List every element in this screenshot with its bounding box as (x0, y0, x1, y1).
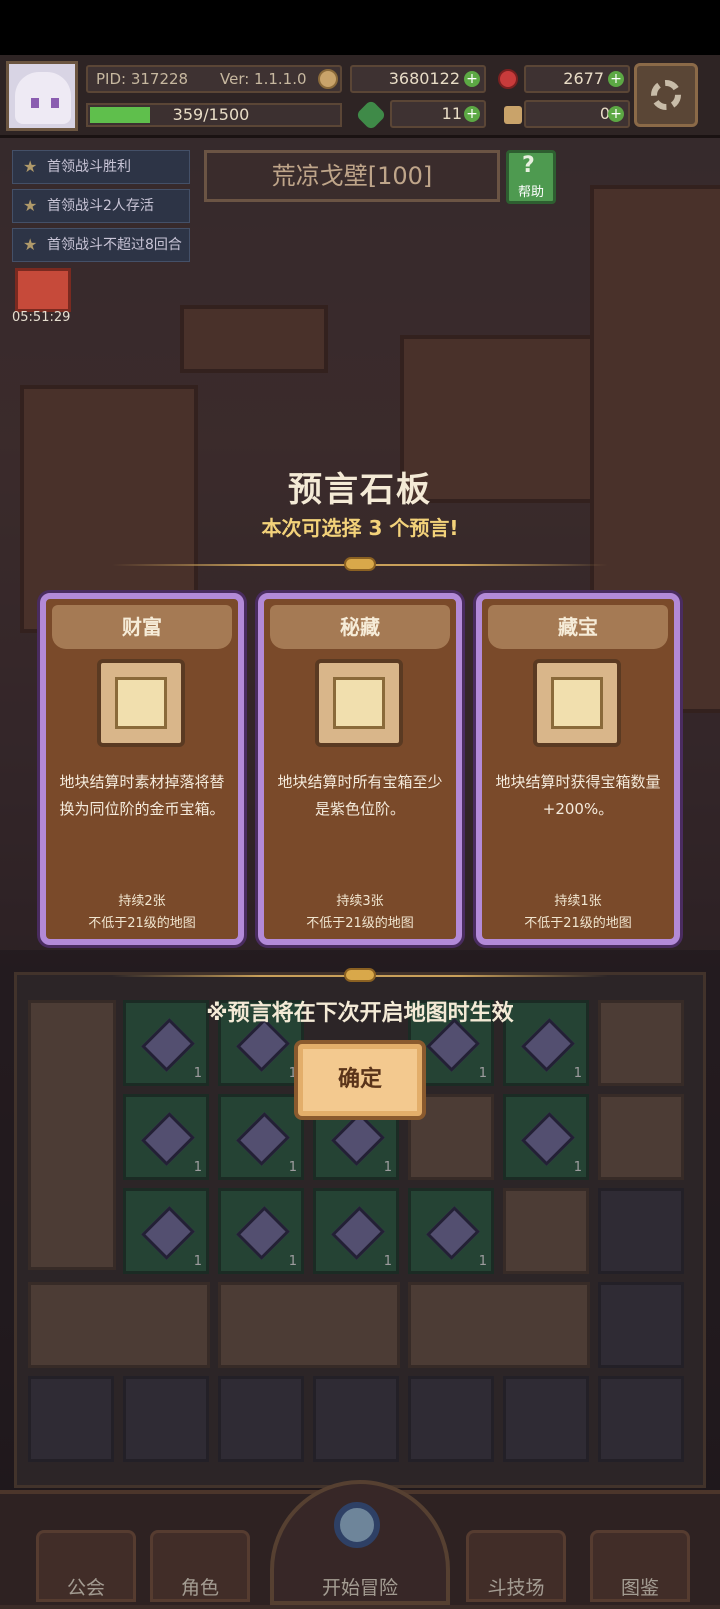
add-gold-icon[interactable]: + (464, 71, 480, 87)
quest-label: 首领战斗不超过8回合 (47, 237, 182, 253)
info-panel: PID: 317228 Ver: 1.1.1.0 (86, 65, 342, 93)
card-description: 地块结算时素材掉落将替换为同位阶的金币宝箱。 (59, 773, 225, 818)
game-version: Ver: 1.1.1.0 (220, 70, 307, 88)
add-gem-icon[interactable]: + (608, 71, 624, 87)
quest-label: 首领战斗2人存活 (47, 198, 154, 214)
card-description: 地块结算时获得宝箱数量+200%。 (495, 773, 661, 818)
modal-title: 预言石板 (288, 470, 432, 510)
add-key-icon[interactable]: + (608, 106, 624, 122)
prophecy-card-hidden-treasure[interactable]: 秘藏 地块结算时所有宝箱至少是紫色位阶。 持续3张 不低于21级的地图 (258, 593, 462, 945)
key-value: 0 (599, 104, 610, 123)
key-icon (504, 106, 522, 124)
quest-item[interactable]: ★ 首领战斗不超过8回合 (12, 228, 190, 262)
player-avatar[interactable] (6, 61, 78, 131)
red-gem-icon (498, 69, 518, 89)
card-requirement: 不低于21级的地图 (306, 916, 414, 931)
add-clover-icon[interactable]: + (464, 106, 480, 122)
clover-value: 11 (441, 104, 462, 123)
star-icon: ★ (23, 157, 38, 176)
star-icon: ★ (23, 196, 38, 215)
quest-item[interactable]: ★ 首领战斗胜利 (12, 150, 190, 184)
card-requirement: 不低于21级的地图 (524, 916, 632, 931)
divider-gem-icon (344, 968, 376, 982)
star-icon: ★ (23, 235, 38, 254)
card-duration: 持续3张 (336, 894, 384, 909)
confirm-button[interactable]: 确定 (294, 1040, 426, 1120)
xp-value: 359/1500 (172, 105, 250, 124)
gold-value: 3680122 (388, 69, 460, 88)
prophecy-card-wealth[interactable]: 财富 地块结算时素材掉落将替换为同位阶的金币宝箱。 持续2张 不低于21级的地图 (40, 593, 244, 945)
gift-chest-icon[interactable] (15, 268, 71, 312)
settings-button[interactable] (634, 63, 698, 127)
chest-icon (533, 659, 621, 747)
help-label: 帮助 (517, 185, 544, 200)
gold-coin-icon (318, 69, 338, 89)
card-duration: 持续2张 (118, 894, 166, 909)
coin-stack-icon (97, 659, 185, 747)
prophecy-card-treasure-hoard[interactable]: 藏宝 地块结算时获得宝箱数量+200%。 持续1张 不低于21级的地图 (476, 593, 680, 945)
card-title: 藏宝 (488, 605, 668, 649)
question-icon: ? (522, 153, 535, 178)
card-title: 财富 (52, 605, 232, 649)
card-requirement: 不低于21级的地图 (88, 916, 196, 931)
gear-icon (651, 80, 681, 110)
chest-icon (315, 659, 403, 747)
card-title: 秘藏 (270, 605, 450, 649)
divider-gem-icon (344, 557, 376, 571)
player-id: PID: 317228 (96, 70, 189, 88)
quest-item[interactable]: ★ 首领战斗2人存活 (12, 189, 190, 223)
map-name: 荒凉戈壁[100] (204, 150, 500, 202)
help-button[interactable]: ? 帮助 (506, 150, 556, 204)
card-duration: 持续1张 (554, 894, 602, 909)
xp-bar: 359/1500 (86, 103, 342, 127)
modal-subtitle: 本次可选择 3 个预言! (261, 516, 459, 540)
chest-timer: 05:51:29 (12, 310, 71, 325)
quest-label: 首领战斗胜利 (47, 159, 131, 175)
card-description: 地块结算时所有宝箱至少是紫色位阶。 (277, 773, 443, 818)
modal-note: ※预言将在下次开启地图时生效 (206, 1001, 514, 1026)
gem-value: 2677 (563, 69, 604, 88)
